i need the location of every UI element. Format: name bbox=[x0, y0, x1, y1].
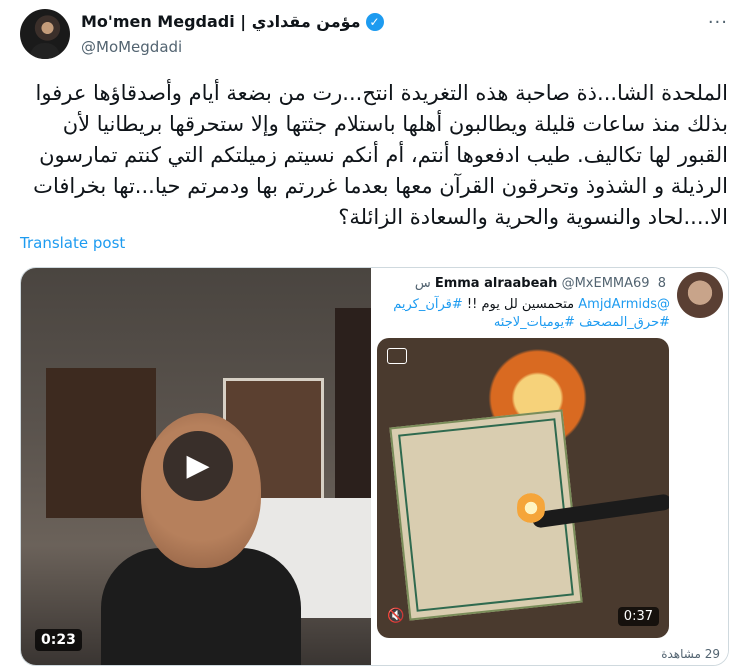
video-duration-right: 0:37 bbox=[617, 607, 659, 626]
mute-icon[interactable]: 🔇 bbox=[387, 608, 404, 624]
embedded-name: Emma alraabeah bbox=[434, 276, 558, 291]
media-container: ▶ 0:23 Emma alraabeah @MxEMMA69 8 س @Amj… bbox=[20, 267, 729, 666]
author-avatar[interactable] bbox=[20, 9, 70, 59]
embedded-views: 29 مشاهدة bbox=[661, 647, 720, 661]
verified-badge-icon: ✓ bbox=[365, 12, 384, 31]
embedded-text: @AmjdArmids متحمسين لل يوم !! #قرآن_كريم… bbox=[380, 296, 670, 332]
embedded-avatar bbox=[677, 272, 723, 318]
embedded-text-main: متحمسين لل يوم !! bbox=[466, 297, 575, 312]
video-duration-left: 0:23 bbox=[35, 629, 82, 651]
flame-image bbox=[517, 488, 545, 528]
author-handle[interactable]: @MoMegdadi bbox=[81, 38, 182, 56]
embedded-header: Emma alraabeah @MxEMMA69 8 س bbox=[415, 276, 670, 291]
gif-icon bbox=[387, 348, 407, 364]
more-icon[interactable]: ··· bbox=[708, 12, 728, 33]
tweet-text: الملحدة الشا...ذة صاحبة هذه التغريدة انت… bbox=[33, 81, 728, 229]
play-icon[interactable]: ▶ bbox=[163, 431, 233, 501]
translate-post-link[interactable]: Translate post bbox=[20, 234, 125, 252]
video-bg-wardrobe bbox=[46, 368, 156, 518]
author-name-row[interactable]: Mo'men Megdadi | مؤمن مقدادي ✓ bbox=[81, 12, 384, 31]
embedded-post[interactable]: Emma alraabeah @MxEMMA69 8 س @AmjdArmids… bbox=[373, 268, 728, 665]
video-left[interactable]: ▶ 0:23 bbox=[21, 268, 371, 665]
embedded-video[interactable]: 🔇 0:37 bbox=[377, 338, 669, 638]
embedded-mention: @AmjdArmids bbox=[578, 297, 670, 312]
author-display-name[interactable]: Mo'men Megdadi | مؤمن مقدادي bbox=[81, 12, 361, 31]
embedded-handle: @MxEMMA69 bbox=[561, 276, 650, 291]
